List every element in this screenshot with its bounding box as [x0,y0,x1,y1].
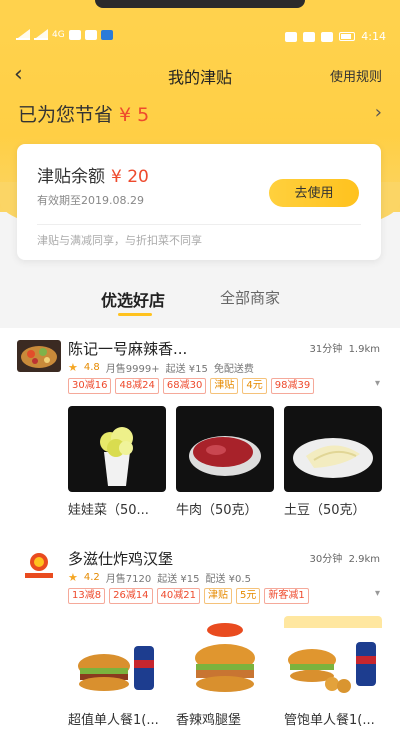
chevron-right-icon[interactable]: › [375,102,382,123]
monthly-sales: 月售7120 [105,574,152,585]
shop-distance: 30分钟 2.9km [309,550,380,565]
use-button[interactable]: 去使用 [269,179,359,207]
shop-logo [17,550,61,582]
tab-bar: 优选好店 全部商家 [0,285,400,316]
min-order: 起送 ¥15 [157,574,200,585]
dish-name: 超值单人餐1(... [68,713,159,728]
divider [37,224,361,225]
card-note: 津贴与满减同享，与折扣菜不同享 [37,234,202,247]
dish-image [284,616,382,702]
dish-row: 娃娃菜（50... 牛肉（50克） 土豆（50克） [68,406,382,518]
promo-tag: 68减30 [162,378,207,394]
dish-image [68,406,166,492]
promo-tag: 30减16 [68,378,112,394]
delivery-fee: 免配送费 [213,364,254,375]
status-bar: 4G 4:14 [0,26,400,50]
promo-tags: 13减8 26减14 40减21 津贴 5元 新客减1 [68,588,309,604]
nav-bar: ‹ 我的津贴 使用规则 [0,58,400,88]
dish-image [176,616,274,702]
allowance-card: 津贴余额 ¥ 20 有效期至2019.08.29 去使用 津贴与满减同享，与折扣菜… [17,144,381,260]
rules-link[interactable]: 使用规则 [330,66,382,85]
promo-tag: 新客减1 [264,588,309,604]
promo-tag: 48减24 [115,378,159,394]
dish-item[interactable]: 娃娃菜（50... [68,406,166,518]
shop-meta: ★ 4.8 月售9999+ 起送 ¥15 免配送费 [68,360,254,375]
min-order: 起送 ¥15 [165,364,208,375]
distance: 2.9km [348,554,380,565]
clock: 4:14 [361,30,386,43]
expand-icon[interactable]: ▾ [375,588,380,599]
validity-date: 有效期至2019.08.29 [37,194,144,207]
star-icon: ★ [68,571,78,584]
nfc-icon [285,31,298,42]
balance-row: 津贴余额 ¥ 20 [37,162,149,187]
dish-name: 牛肉（50克） [176,503,258,518]
dish-name: 土豆（50克） [284,503,366,518]
delivery-time: 31分钟 [309,344,343,355]
tab-all-merchants[interactable]: 全部商家 [220,287,280,308]
rating: 4.2 [83,572,100,583]
wifi-icon [68,30,81,40]
shop-name: 陈记一号麻辣香... [68,340,188,358]
dish-name: 香辣鸡腿堡 [176,713,242,728]
dish-image [176,406,274,492]
shop-card[interactable]: 陈记一号麻辣香... 31分钟 1.9km ★ 4.8 月售9999+ 起送 ¥1… [0,328,400,538]
monthly-sales: 月售9999+ [105,364,160,375]
promo-tag: 13减8 [68,588,106,604]
battery-icon [339,32,356,41]
rating: 4.8 [83,362,100,373]
shop-distance: 31分钟 1.9km [309,340,380,355]
promo-tag: 26减14 [109,588,153,604]
savings-amount: ¥ 5 [119,104,150,126]
signal-icon [16,29,30,40]
delivery-fee: 配送 ¥0.5 [205,574,251,585]
signal-icon-2 [34,29,48,40]
dish-name: 娃娃菜（50... [68,503,149,518]
balance-amount: ¥ 20 [111,167,149,187]
alarm-icon [303,31,316,42]
camera-notch [95,0,305,8]
app-notification-icon [100,30,113,40]
savings-label: 已为您节省 [18,104,114,126]
dish-item[interactable]: 土豆（50克） [284,406,382,518]
dish-item[interactable]: 香辣鸡腿堡 [176,616,274,728]
allowance-amount-tag: 4元 [242,378,267,394]
promo-tag: 98减39 [270,378,315,394]
shop-meta: ★ 4.2 月售7120 起送 ¥15 配送 ¥0.5 [68,570,251,585]
promo-tag: 40减21 [156,588,200,604]
network-type: 4G [52,30,65,40]
shop-logo [17,340,61,372]
allowance-tag: 津贴 [204,588,232,604]
shop-card[interactable]: 多滋仕炸鸡汉堡 30分钟 2.9km ★ 4.2 月售7120 起送 ¥15 配送… [0,538,400,756]
promo-tags: 30减16 48减24 68减30 津贴 4元 98减39 [68,378,315,394]
expand-icon[interactable]: ▾ [375,378,380,389]
dish-item[interactable]: 牛肉（50克） [176,406,274,518]
savings-row[interactable]: 已为您节省 ¥ 5 [18,100,149,127]
allowance-tag: 津贴 [210,378,239,394]
tab-featured[interactable]: 优选好店 [101,287,165,311]
dish-name: 管饱单人餐1(... [284,713,375,728]
dish-item[interactable]: 管饱单人餐1(... [284,616,382,728]
allowance-amount-tag: 5元 [236,588,261,604]
balance-label: 津贴余额 [37,167,105,187]
delivery-time: 30分钟 [309,554,343,565]
dish-row: 超值单人餐1(... 香辣鸡腿堡 管饱单人餐1(... [68,616,382,728]
notification-icon [84,30,97,40]
phone-frame-top [0,0,400,22]
distance: 1.9km [348,344,380,355]
shop-name: 多滋仕炸鸡汉堡 [68,550,174,568]
dish-item[interactable]: 超值单人餐1(... [68,616,166,728]
star-icon: ★ [68,361,78,374]
dish-image [284,406,382,492]
tab-indicator [118,313,152,316]
wifi-status-icon [321,31,334,42]
shop-list: 陈记一号麻辣香... 31分钟 1.9km ★ 4.8 月售9999+ 起送 ¥1… [0,328,400,756]
dish-image [68,616,166,702]
